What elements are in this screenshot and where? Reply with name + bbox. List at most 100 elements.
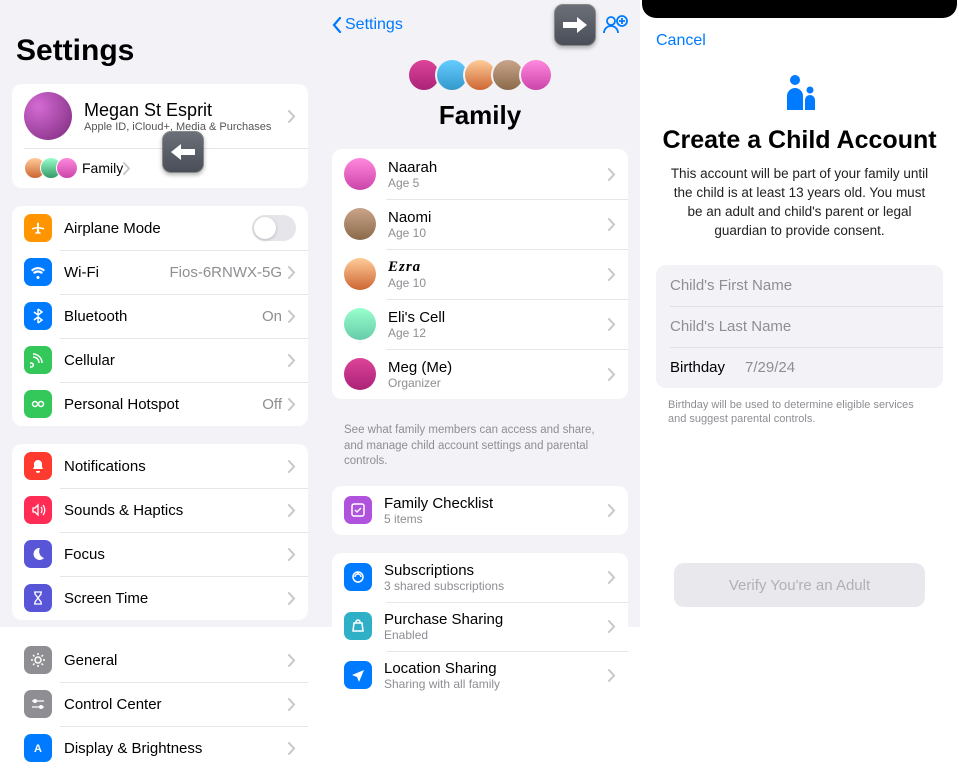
family-row[interactable]: Family bbox=[12, 148, 308, 188]
family-footnote: See what family members can access and s… bbox=[320, 417, 640, 470]
avatar bbox=[344, 158, 376, 190]
subscriptions-sub: 3 shared subscriptions bbox=[384, 579, 608, 593]
chevron-right-icon bbox=[288, 354, 296, 367]
birthday-label: Birthday bbox=[670, 359, 725, 376]
screentime-label: Screen Time bbox=[64, 590, 288, 607]
airplane-mode-row[interactable]: Airplane Mode bbox=[12, 206, 308, 250]
bluetooth-icon bbox=[24, 302, 52, 330]
member-name: Eli's Cell bbox=[388, 309, 608, 326]
member-name: Ezra bbox=[388, 259, 608, 276]
sounds-row[interactable]: Sounds & Haptics bbox=[12, 488, 308, 532]
notifications-row[interactable]: Notifications bbox=[12, 444, 308, 488]
display-row[interactable]: A Display & Brightness bbox=[12, 726, 308, 770]
family-mini-avatars bbox=[24, 157, 72, 179]
hotspot-label: Personal Hotspot bbox=[64, 396, 262, 413]
bell-icon bbox=[24, 452, 52, 480]
checklist-icon bbox=[344, 496, 372, 524]
chevron-right-icon bbox=[608, 368, 616, 381]
member-row[interactable]: EzraAge 10 bbox=[332, 249, 628, 299]
chevron-right-icon bbox=[123, 162, 131, 175]
add-member-button[interactable] bbox=[602, 14, 628, 37]
family-title: Family bbox=[320, 100, 640, 131]
cancel-button[interactable]: Cancel bbox=[640, 18, 959, 56]
first-name-field[interactable]: Child's First Name bbox=[656, 265, 943, 306]
chevron-right-icon bbox=[288, 460, 296, 473]
avatar bbox=[344, 308, 376, 340]
chevron-right-icon bbox=[608, 168, 616, 181]
avatar bbox=[344, 358, 376, 390]
purchase-sharing-row[interactable]: Purchase SharingEnabled bbox=[332, 602, 628, 651]
member-row[interactable]: NaarahAge 5 bbox=[332, 149, 628, 199]
bluetooth-row[interactable]: Bluetooth On bbox=[12, 294, 308, 338]
chevron-right-icon bbox=[608, 571, 616, 584]
notifications-label: Notifications bbox=[64, 458, 288, 475]
member-name: Meg (Me) bbox=[388, 359, 608, 376]
member-row[interactable]: NaomiAge 10 bbox=[332, 199, 628, 249]
chevron-right-icon bbox=[608, 504, 616, 517]
family-avatars bbox=[320, 58, 640, 92]
last-name-field[interactable]: Child's Last Name bbox=[656, 306, 943, 347]
speaker-icon bbox=[24, 496, 52, 524]
gear-icon bbox=[24, 646, 52, 674]
member-row[interactable]: Meg (Me)Organizer bbox=[332, 349, 628, 399]
wifi-label: Wi-Fi bbox=[64, 264, 169, 281]
airplane-toggle[interactable] bbox=[252, 215, 296, 241]
member-sub: Age 12 bbox=[388, 326, 608, 340]
chevron-right-icon bbox=[608, 218, 616, 231]
purchase-sub: Enabled bbox=[384, 628, 608, 642]
member-name: Naarah bbox=[388, 159, 608, 176]
chevron-right-icon bbox=[288, 698, 296, 711]
chevron-right-icon bbox=[608, 268, 616, 281]
moon-icon bbox=[24, 540, 52, 568]
parent-child-icon bbox=[776, 70, 824, 118]
chevron-right-icon bbox=[288, 742, 296, 755]
back-button[interactable]: Settings bbox=[332, 16, 403, 34]
family-label: Family bbox=[82, 160, 123, 176]
display-icon: A bbox=[24, 734, 52, 762]
chevron-right-icon bbox=[288, 398, 296, 411]
control-center-label: Control Center bbox=[64, 696, 288, 713]
member-sub: Age 5 bbox=[388, 176, 608, 190]
page-title: Settings bbox=[0, 0, 320, 84]
member-name: Naomi bbox=[388, 209, 608, 226]
purchase-label: Purchase Sharing bbox=[384, 611, 608, 628]
hotspot-value: Off bbox=[262, 396, 282, 413]
birthday-value: 7/29/24 bbox=[745, 359, 795, 376]
subscriptions-label: Subscriptions bbox=[384, 562, 608, 579]
hero-title: Create a Child Account bbox=[660, 126, 939, 155]
chevron-right-icon bbox=[288, 310, 296, 323]
general-row[interactable]: General bbox=[12, 638, 308, 682]
checklist-sub: 5 items bbox=[384, 512, 608, 526]
member-sub: Age 10 bbox=[388, 276, 608, 290]
arrow-left-badge bbox=[162, 131, 204, 173]
subscriptions-row[interactable]: Subscriptions3 shared subscriptions bbox=[332, 553, 628, 602]
back-label: Settings bbox=[345, 16, 403, 34]
member-row[interactable]: Eli's CellAge 12 bbox=[332, 299, 628, 349]
focus-row[interactable]: Focus bbox=[12, 532, 308, 576]
birthday-field[interactable]: Birthday 7/29/24 bbox=[656, 347, 943, 388]
apple-id-row[interactable]: Megan St Esprit Apple ID, iCloud+, Media… bbox=[12, 84, 308, 148]
hero-description: This account will be part of your family… bbox=[660, 165, 939, 241]
chevron-right-icon bbox=[288, 592, 296, 605]
chevron-right-icon bbox=[288, 266, 296, 279]
chevron-right-icon bbox=[288, 548, 296, 561]
hotspot-row[interactable]: Personal Hotspot Off bbox=[12, 382, 308, 426]
birthday-footnote: Birthday will be used to determine eligi… bbox=[640, 394, 959, 432]
focus-label: Focus bbox=[64, 546, 288, 563]
bluetooth-label: Bluetooth bbox=[64, 308, 262, 325]
sliders-icon bbox=[24, 690, 52, 718]
general-label: General bbox=[64, 652, 288, 669]
subscriptions-icon bbox=[344, 563, 372, 591]
checklist-label: Family Checklist bbox=[384, 495, 608, 512]
wifi-row[interactable]: Wi-Fi Fios-6RNWX-5G bbox=[12, 250, 308, 294]
chevron-right-icon bbox=[608, 620, 616, 633]
cellular-row[interactable]: Cellular bbox=[12, 338, 308, 382]
avatar bbox=[344, 208, 376, 240]
checklist-row[interactable]: Family Checklist5 items bbox=[332, 486, 628, 535]
screentime-row[interactable]: Screen Time bbox=[12, 576, 308, 620]
hourglass-icon bbox=[24, 584, 52, 612]
verify-button[interactable]: Verify You're an Adult bbox=[674, 563, 925, 607]
location-sharing-row[interactable]: Location SharingSharing with all family bbox=[332, 651, 628, 700]
location-label: Location Sharing bbox=[384, 660, 608, 677]
control-center-row[interactable]: Control Center bbox=[12, 682, 308, 726]
